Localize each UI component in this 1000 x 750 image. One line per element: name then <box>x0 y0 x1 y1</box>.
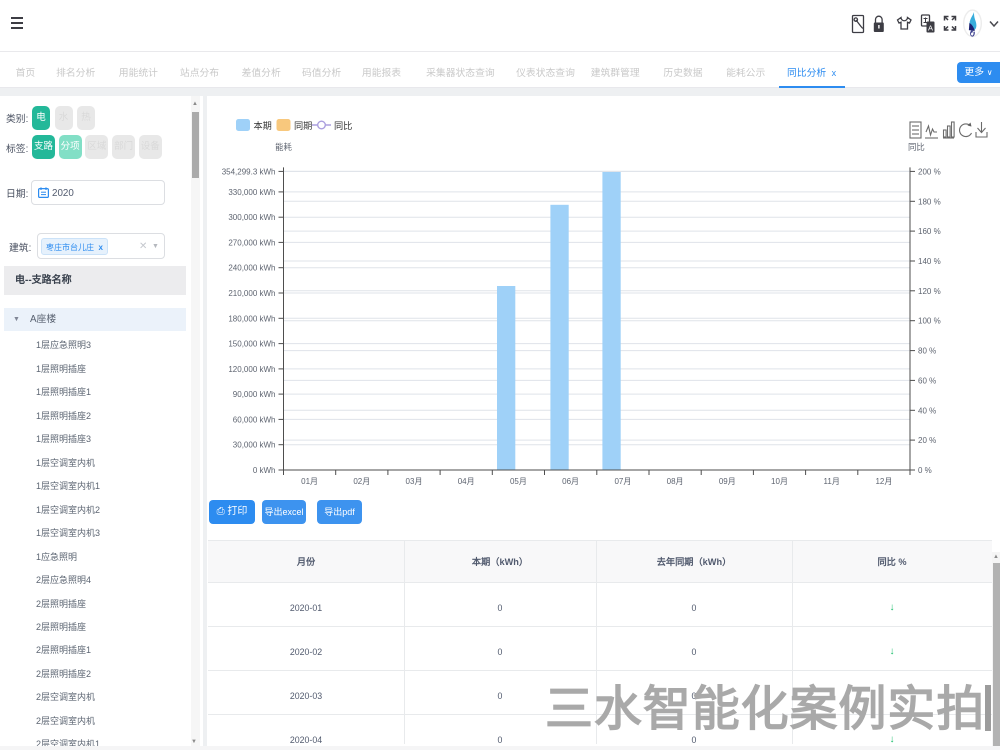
svg-text:40 %: 40 % <box>918 406 936 415</box>
svg-text:120,000 kWh: 120,000 kWh <box>228 365 275 374</box>
svg-text:80 %: 80 % <box>918 347 936 356</box>
svg-text:60 %: 60 % <box>918 376 936 385</box>
svg-text:0 kWh: 0 kWh <box>253 466 276 475</box>
svg-text:05月: 05月 <box>510 477 527 486</box>
svg-text:03月: 03月 <box>406 477 423 486</box>
svg-text:07月: 07月 <box>614 477 631 486</box>
svg-text:150,000 kWh: 150,000 kWh <box>228 340 275 349</box>
svg-text:10月: 10月 <box>771 477 788 486</box>
svg-text:同期: 同期 <box>294 121 312 131</box>
svg-text:0 %: 0 % <box>918 466 932 475</box>
svg-text:300,000 kWh: 300,000 kWh <box>228 213 275 222</box>
svg-text:08月: 08月 <box>667 477 684 486</box>
svg-text:01月: 01月 <box>301 477 318 486</box>
svg-text:330,000 kWh: 330,000 kWh <box>228 188 275 197</box>
svg-text:200 %: 200 % <box>918 167 941 176</box>
svg-text:100 %: 100 % <box>918 317 941 326</box>
svg-text:210,000 kWh: 210,000 kWh <box>228 289 275 298</box>
svg-text:12月: 12月 <box>875 477 892 486</box>
svg-text:90,000 kWh: 90,000 kWh <box>233 390 276 399</box>
svg-text:120 %: 120 % <box>918 287 941 296</box>
svg-text:本期: 本期 <box>254 120 272 131</box>
svg-text:11月: 11月 <box>824 477 840 486</box>
svg-text:06月: 06月 <box>562 477 579 486</box>
svg-text:240,000 kWh: 240,000 kWh <box>228 264 275 273</box>
svg-text:354,299.3 kWh: 354,299.3 kWh <box>222 167 276 176</box>
svg-text:20 %: 20 % <box>918 436 936 445</box>
svg-text:180 %: 180 % <box>918 197 941 206</box>
svg-text:同比: 同比 <box>334 120 352 131</box>
svg-text:09月: 09月 <box>719 477 736 486</box>
svg-text:160 %: 160 % <box>918 227 941 236</box>
svg-text:A: A <box>928 24 933 33</box>
svg-text:60,000 kWh: 60,000 kWh <box>233 415 276 424</box>
svg-text:30,000 kWh: 30,000 kWh <box>233 441 276 450</box>
svg-text:同比: 同比 <box>908 142 925 152</box>
svg-text:270,000 kWh: 270,000 kWh <box>228 238 275 247</box>
svg-text:04月: 04月 <box>458 477 475 486</box>
svg-text:180,000 kWh: 180,000 kWh <box>228 314 275 323</box>
svg-text:140 %: 140 % <box>918 257 941 266</box>
svg-text:能耗: 能耗 <box>275 142 292 152</box>
svg-text:02月: 02月 <box>353 477 370 486</box>
